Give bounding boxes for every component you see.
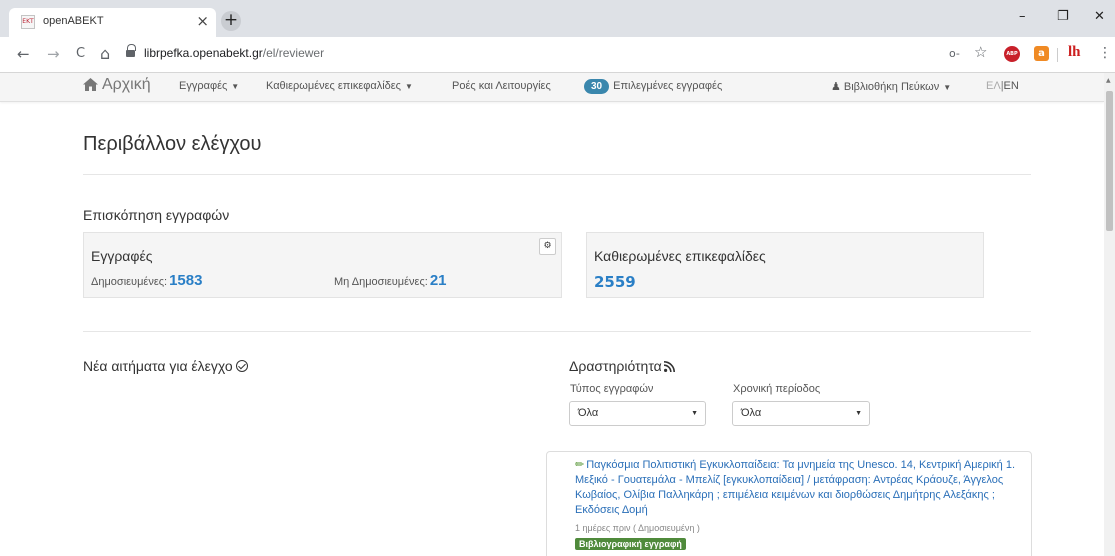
back-arrow-icon[interactable]: ←: [17, 45, 30, 63]
chevron-down-icon: ▼: [691, 410, 698, 417]
url-path: /el/reviewer: [262, 46, 325, 60]
scroll-up-arrow-icon[interactable]: ▲: [1106, 77, 1111, 84]
record-type-value: Όλα: [578, 407, 599, 419]
nav-home-link[interactable]: Αρχική: [83, 76, 151, 94]
lh-extension-icon[interactable]: lh: [1068, 44, 1081, 61]
close-window-icon[interactable]: ✕: [1094, 9, 1105, 24]
adblock-extension-icon[interactable]: ABP: [1004, 46, 1020, 62]
new-tab-button[interactable]: +: [221, 11, 241, 31]
activity-meta: 1 ημέρες πριν ( Δημοσιευμένη ): [575, 523, 700, 533]
period-label: Χρονική περίοδος: [733, 383, 821, 395]
lang-en-link[interactable]: EN: [1004, 80, 1019, 92]
period-select[interactable]: Όλα ▼: [732, 401, 870, 426]
url-host: librpefka.openabekt.gr: [144, 46, 263, 60]
overview-title: Επισκόπηση εγγραφών: [83, 207, 230, 223]
forward-arrow-icon[interactable]: →: [47, 45, 60, 63]
record-type-tag: Βιβλιογραφική εγγραφή: [575, 538, 686, 550]
published-count-link[interactable]: 1583: [169, 272, 202, 289]
page-title: Περιβάλλον ελέγχου: [83, 133, 262, 155]
activity-title: Δραστηριότητα: [569, 358, 675, 374]
published-stat: Δημοσιευμένες: 1583: [91, 272, 202, 289]
authority-summary-panel: Καθιερωμένες επικεφαλίδες 2559: [586, 232, 984, 298]
orange-extension-icon[interactable]: a: [1034, 46, 1049, 61]
toolbar-divider: [1057, 48, 1058, 62]
unpublished-count-link[interactable]: 21: [430, 272, 447, 289]
bookmark-star-icon[interactable]: ☆: [974, 43, 987, 61]
divider: [83, 174, 1031, 175]
tab-close-icon[interactable]: ×: [196, 13, 209, 29]
check-circle-icon: [235, 360, 248, 372]
nav-records-dropdown[interactable]: Εγγραφές ▼: [179, 80, 239, 92]
activity-item: ✏ Παγκόσμια Πολιτιστική Εγκυκλοπαίδεια: Τ…: [546, 451, 1032, 556]
record-type-label: Τύπος εγγραφών: [570, 383, 654, 395]
chevron-down-icon: ▼: [855, 410, 862, 417]
new-requests-label: Νέα αιτήματα για έλεγχο: [83, 358, 233, 374]
nav-authority-headings-dropdown[interactable]: Καθιερωμένες επικεφαλίδες ▼: [266, 80, 413, 92]
browser-tab-strip: ΕΚΤ openABEKT × + – ❐ ✕: [0, 0, 1115, 37]
nav-authority-headings-label: Καθιερωμένες επικεφαλίδες: [266, 80, 401, 92]
minimize-icon[interactable]: –: [1019, 9, 1026, 24]
authority-heading: Καθιερωμένες επικεφαλίδες: [594, 248, 766, 264]
records-summary-panel: Εγγραφές ⚙ Δημοσιευμένες: 1583 Μη Δημοσιε…: [83, 232, 562, 298]
caret-down-icon: ▼: [404, 82, 413, 91]
new-requests-title: Νέα αιτήματα για έλεγχο: [83, 358, 248, 374]
lang-el-link[interactable]: ΕΛ: [986, 80, 1001, 92]
nav-selected-label: Επιλεγμένες εγγραφές: [613, 80, 723, 92]
tab-title: openABEKT: [43, 15, 104, 27]
browser-menu-icon[interactable]: ⋮: [1098, 45, 1112, 61]
unpublished-label: Μη Δημοσιευμένες:: [334, 276, 428, 288]
key-icon[interactable]: o-: [949, 47, 960, 60]
caret-down-icon: ▼: [231, 82, 240, 91]
nav-workflows-link[interactable]: Ροές και Λειτουργίες: [452, 80, 551, 92]
rss-icon: [663, 361, 675, 372]
activity-record-text: Παγκόσμια Πολιτιστική Εγκυκλοπαίδεια: Τα…: [575, 459, 1015, 516]
activity-record-link[interactable]: ✏ Παγκόσμια Πολιτιστική Εγκυκλοπαίδεια: Τ…: [575, 458, 1030, 518]
record-type-select[interactable]: Όλα ▼: [569, 401, 706, 426]
divider: [83, 331, 1031, 332]
caret-down-icon: ▼: [943, 83, 952, 92]
user-icon: ♟: [831, 81, 841, 93]
records-heading: Εγγραφές: [91, 248, 153, 264]
reload-icon[interactable]: C: [76, 45, 85, 63]
nav-records-label: Εγγραφές: [179, 80, 228, 92]
browser-tab[interactable]: ΕΚΤ openABEKT ×: [9, 8, 216, 37]
nav-selected-records-link[interactable]: 30 Επιλεγμένες εγγραφές: [584, 79, 722, 94]
scrollbar-thumb[interactable]: [1106, 91, 1113, 231]
site-favicon-icon: ΕΚΤ: [21, 15, 35, 29]
period-value: Όλα: [741, 407, 762, 419]
language-switcher: ΕΛ|EN: [986, 80, 1019, 92]
authority-count-link[interactable]: 2559: [594, 273, 636, 291]
maximize-icon[interactable]: ❐: [1057, 9, 1069, 24]
page-scrollbar[interactable]: ▲: [1104, 73, 1115, 556]
nav-user-label: Βιβλιοθήκη Πεύκων: [843, 81, 940, 93]
home-icon: [83, 78, 98, 91]
home-page-icon[interactable]: ⌂: [100, 45, 110, 63]
nav-home-label: Αρχική: [102, 76, 151, 93]
published-label: Δημοσιευμένες:: [91, 276, 168, 288]
nav-user-dropdown[interactable]: ♟ Βιβλιοθήκη Πεύκων ▼: [831, 80, 951, 93]
site-navbar: Αρχική Εγγραφές ▼ Καθιερωμένες επικεφαλίδ…: [0, 73, 1104, 102]
selected-count-badge: 30: [584, 79, 610, 94]
activity-label: Δραστηριότητα: [569, 358, 662, 374]
pencil-icon: ✏: [575, 459, 585, 471]
browser-toolbar: ← → C ⌂ librpefka.openabekt.gr/el/review…: [0, 37, 1115, 73]
unpublished-stat: Μη Δημοσιευμένες: 21: [334, 272, 447, 289]
lock-icon: [126, 44, 136, 58]
settings-gear-button[interactable]: ⚙: [539, 238, 556, 255]
address-bar[interactable]: librpefka.openabekt.gr/el/reviewer: [144, 46, 324, 60]
